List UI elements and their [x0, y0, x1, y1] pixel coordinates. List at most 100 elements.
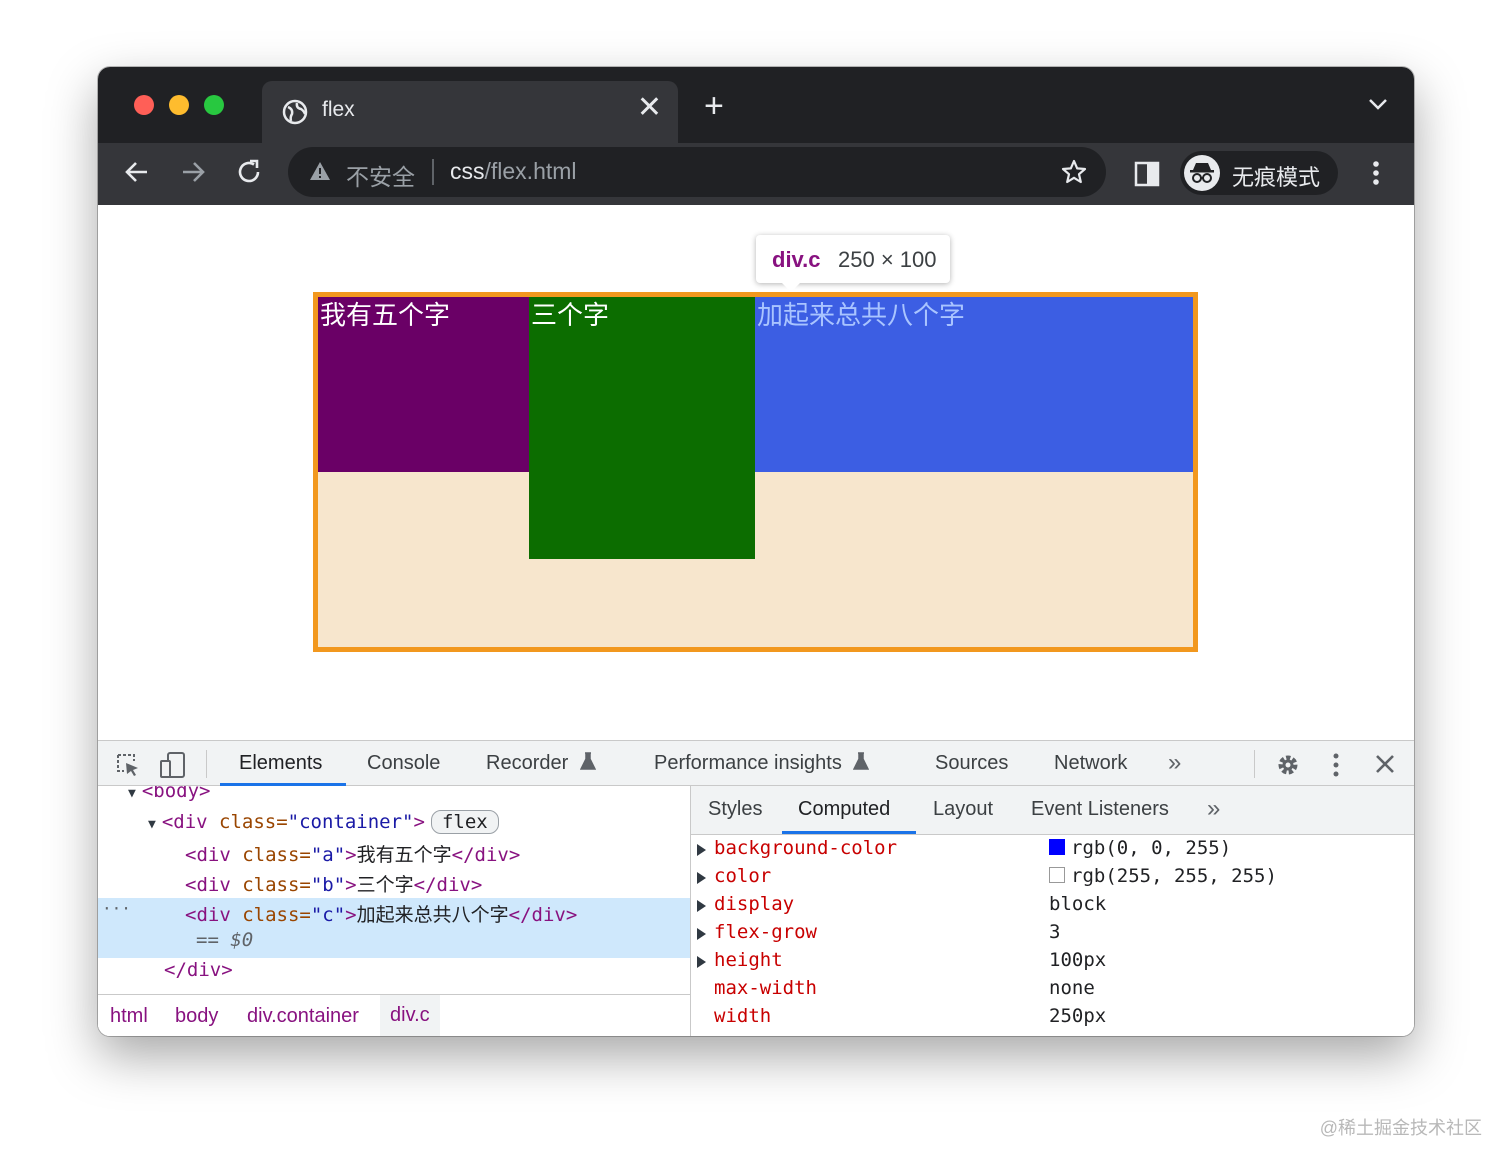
url-path: /flex.html — [484, 158, 577, 184]
bookmark-star-icon[interactable] — [1060, 158, 1088, 186]
tag-close: > — [413, 811, 425, 833]
reload-icon[interactable] — [234, 157, 264, 187]
breadcrumb-div-c[interactable]: div.c — [380, 995, 440, 1036]
color-swatch[interactable] — [1049, 867, 1065, 883]
expand-triangle-icon[interactable]: ▼ — [128, 786, 136, 801]
attr-name: class= — [219, 811, 288, 833]
devtools-tab-bar: Elements Console Recorder Performance in… — [98, 740, 1414, 786]
attr-value: "a" — [310, 844, 346, 866]
side-panel-icon[interactable] — [1134, 161, 1160, 187]
property-name: background-color — [714, 837, 898, 859]
console-ref-dollar0: == $0 — [196, 929, 254, 951]
tab-elements[interactable]: Elements — [239, 752, 322, 775]
tab-performance-insights[interactable]: Performance insights — [654, 752, 870, 775]
flex-badge[interactable]: flex — [430, 810, 499, 834]
tab-styles[interactable]: Styles — [708, 798, 762, 821]
property-value: none — [1049, 977, 1095, 999]
property-name: width — [714, 1005, 772, 1027]
tag-open: <div — [185, 844, 243, 866]
tab-computed[interactable]: Computed — [798, 798, 890, 821]
device-toolbar-icon[interactable] — [158, 751, 188, 779]
close-devtools-icon[interactable] — [1372, 751, 1398, 777]
forward-icon[interactable] — [178, 157, 208, 187]
browser-menu-icon[interactable] — [1366, 159, 1386, 187]
warning-icon[interactable] — [308, 160, 332, 182]
expand-triangle-icon[interactable] — [697, 844, 706, 856]
address-bar[interactable]: 不安全 css/flex.html — [288, 147, 1106, 197]
devtools-panel: Elements Console Recorder Performance in… — [98, 740, 1414, 1036]
expand-triangle-icon[interactable] — [697, 956, 706, 968]
new-tab-button[interactable]: + — [704, 89, 724, 123]
address-separator — [432, 159, 434, 185]
security-label[interactable]: 不安全 — [346, 158, 415, 192]
devtools-menu-icon[interactable] — [1328, 751, 1344, 779]
url-host: css — [450, 158, 485, 184]
expand-triangle-icon[interactable] — [697, 928, 706, 940]
breadcrumb-div-container[interactable]: div.container — [247, 1005, 359, 1028]
breadcrumb-html[interactable]: html — [110, 1005, 148, 1028]
tab-recorder[interactable]: Recorder — [486, 752, 597, 775]
tab-title: flex — [322, 98, 355, 121]
property-name: display — [714, 893, 795, 915]
computed-property-row[interactable]: flex-grow 3 — [691, 921, 1414, 949]
attr-value: "b" — [310, 874, 346, 896]
tag-open: <div — [161, 811, 220, 833]
node-container-end[interactable]: </div> — [164, 959, 233, 981]
box-a: 我有五个字 — [318, 297, 529, 472]
property-name: max-width — [714, 977, 817, 999]
node-text: 加起来总共八个字 — [356, 904, 509, 926]
tag-end: </div> — [413, 874, 483, 896]
color-swatch[interactable] — [1049, 839, 1065, 855]
tab-layout[interactable]: Layout — [933, 798, 993, 821]
browser-tab[interactable]: flex ✕ — [262, 81, 678, 143]
tag-end: </div> — [451, 844, 521, 866]
zoom-window-button[interactable] — [204, 95, 224, 115]
browser-toolbar: 不安全 css/flex.html 无痕模式 — [98, 143, 1414, 205]
title-bar: flex ✕ + — [98, 67, 1414, 143]
tooltip-element-name: div.c — [772, 247, 821, 272]
tab-console[interactable]: Console — [367, 752, 440, 775]
tooltip-arrow — [782, 283, 800, 292]
more-tabs-icon[interactable]: » — [1168, 749, 1181, 777]
tab-event-listeners[interactable]: Event Listeners — [1031, 798, 1169, 821]
property-value-text: rgb(0, 0, 255) — [1071, 837, 1232, 859]
expand-triangle-icon[interactable]: ▼ — [148, 817, 156, 832]
minimize-window-button[interactable] — [169, 95, 189, 115]
box-b: 三个字 — [529, 297, 755, 559]
node-div-c[interactable]: <div class="c">加起来总共八个字</div> — [185, 900, 577, 927]
expand-triangle-icon[interactable] — [697, 900, 706, 912]
url-text[interactable]: css/flex.html — [450, 158, 577, 185]
flask-icon — [579, 752, 597, 770]
node-body[interactable]: ▼ <body> — [128, 786, 210, 802]
tag-close: > — [345, 844, 357, 866]
node-div-a[interactable]: <div class="a">我有五个字</div> — [185, 840, 520, 867]
back-icon[interactable] — [122, 157, 152, 187]
inspect-element-icon[interactable] — [114, 751, 142, 779]
box-c: 加起来总共八个字 — [755, 297, 1193, 472]
node-actions-ellipsis[interactable]: ··· — [102, 899, 131, 918]
computed-property-row[interactable]: display block — [691, 893, 1414, 921]
tab-sources[interactable]: Sources — [935, 752, 1008, 775]
attr-name: class= — [242, 874, 311, 896]
property-value: 100px — [1049, 949, 1107, 971]
chevron-down-icon[interactable] — [1368, 97, 1388, 111]
tab-close-icon[interactable]: ✕ — [637, 93, 662, 123]
incognito-profile-button[interactable]: 无痕模式 — [1180, 151, 1338, 195]
page-viewport: div.c 250 × 100 我有五个字 三个字 加起来总共八个字 — [98, 205, 1414, 740]
computed-pane: Styles Computed Layout Event Listeners »… — [691, 786, 1414, 1036]
expand-triangle-icon[interactable] — [697, 872, 706, 884]
node-text: 我有五个字 — [356, 844, 452, 866]
computed-property-row[interactable]: height 100px — [691, 949, 1414, 977]
close-window-button[interactable] — [134, 95, 154, 115]
attr-value: "c" — [310, 904, 346, 926]
breadcrumb-body[interactable]: body — [175, 1005, 218, 1028]
node-div-b[interactable]: <div class="b">三个字</div> — [185, 870, 482, 897]
flex-container: 我有五个字 三个字 加起来总共八个字 — [313, 292, 1198, 652]
computed-property-row[interactable]: background-color rgb(0, 0, 255) — [691, 837, 1414, 865]
tab-network[interactable]: Network — [1054, 752, 1127, 775]
breadcrumb: html body div.container div.c — [98, 994, 690, 1036]
computed-property-row[interactable]: color rgb(255, 255, 255) — [691, 865, 1414, 893]
node-container[interactable]: ▼ <div class="container"> flex — [148, 810, 499, 834]
more-subtabs-icon[interactable]: » — [1207, 795, 1220, 823]
settings-gear-icon[interactable] — [1274, 751, 1302, 779]
